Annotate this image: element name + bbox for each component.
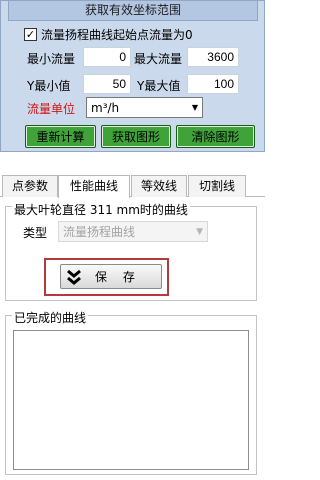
max-flow-input[interactable]: 3600 [187, 47, 239, 67]
tab-cutting-line[interactable]: 切割线 [188, 175, 246, 197]
y-min-input[interactable]: 50 [83, 74, 131, 94]
flow-unit-value: m³/h [91, 100, 120, 115]
curve-type-label: 类型 [23, 226, 48, 240]
start-zero-checkbox[interactable]: ✓ [24, 27, 37, 41]
curve-type-select[interactable]: 流量扬程曲线 ▼ [58, 221, 208, 242]
min-flow-label: 最小流量 [27, 52, 76, 66]
curve-type-value: 流量扬程曲线 [63, 225, 136, 239]
completed-curves-title: 已完成的曲线 [12, 309, 89, 326]
clear-graph-button[interactable]: 清除图形 [176, 125, 255, 148]
max-flow-label: 最大流量 [134, 52, 183, 66]
save-button-label: 保 存 [95, 270, 141, 284]
y-max-label: Y最大值 [137, 79, 181, 93]
min-flow-input[interactable]: 0 [83, 47, 131, 67]
flow-unit-select[interactable]: m³/h ▼ [86, 97, 203, 118]
tab-strip: 点参数 性能曲线 等效线 切割线 [0, 175, 265, 198]
chevron-down-icon: ▼ [196, 226, 203, 237]
save-button[interactable]: 保 存 [60, 264, 162, 289]
start-zero-checkbox-label: 流量扬程曲线起始点流量为0 [41, 27, 193, 42]
tab-point-params[interactable]: 点参数 [2, 175, 58, 197]
flow-unit-label: 流量单位 [27, 102, 76, 116]
tab-performance-curve[interactable]: 性能曲线 [58, 175, 130, 198]
y-max-input[interactable]: 100 [187, 74, 239, 94]
curve-group-title: 最大叶轮直径 311 mm时的曲线 [12, 201, 190, 218]
chevron-down-icon: ▼ [191, 103, 198, 112]
get-graph-button[interactable]: 获取图形 [101, 125, 171, 148]
double-chevron-down-icon [67, 269, 81, 285]
completed-curves-list[interactable] [13, 330, 249, 470]
y-min-label: Y最小值 [27, 79, 71, 93]
range-panel-header: 获取有效坐标范围 [8, 0, 258, 21]
tab-equivalent-line[interactable]: 等效线 [131, 175, 187, 197]
start-zero-checkbox-row[interactable]: ✓ 流量扬程曲线起始点流量为0 [24, 26, 193, 42]
recalculate-button[interactable]: 重新计算 [25, 125, 96, 148]
